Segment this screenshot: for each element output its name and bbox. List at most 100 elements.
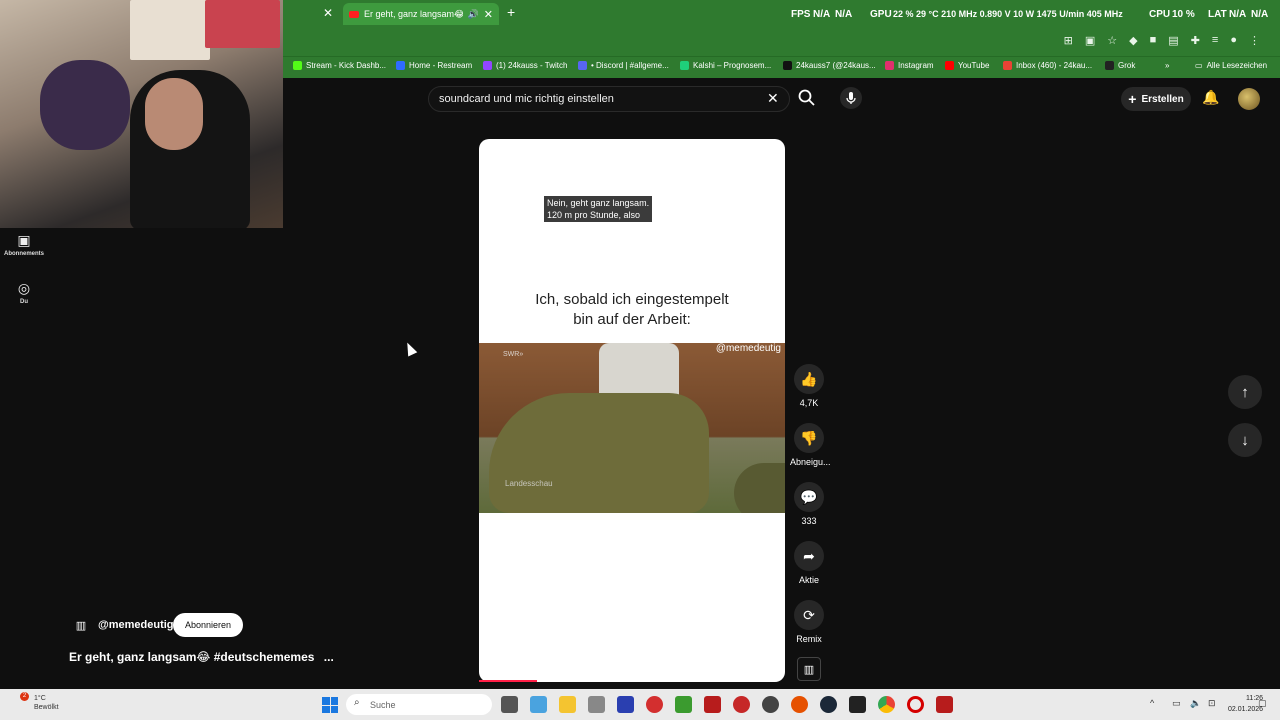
volume-icon[interactable]: 🔈 — [1190, 698, 1201, 709]
tray-icon[interactable]: ⊡ — [1208, 698, 1216, 709]
extension-icon[interactable]: ■ — [1150, 34, 1157, 47]
app-v-icon[interactable] — [617, 696, 634, 713]
channel-logo-icon[interactable]: ▥ — [797, 657, 821, 681]
cast-icon[interactable]: ▣ — [1085, 34, 1095, 47]
share-button[interactable]: ➦ Aktie — [790, 541, 828, 585]
profile-icon[interactable]: ● — [1230, 34, 1237, 47]
clear-search-icon[interactable]: ✕ — [767, 90, 779, 107]
notification-icon[interactable]: ▢ — [1258, 698, 1267, 709]
mouse-app-icon[interactable] — [588, 696, 605, 713]
app-icon[interactable] — [704, 696, 721, 713]
grok-icon — [1105, 61, 1114, 70]
gaming-chair — [40, 60, 130, 150]
chrome-icon[interactable] — [878, 696, 895, 713]
subscribe-label: Abonnieren — [184, 620, 232, 630]
dislike-label: Abneigu... — [790, 457, 831, 467]
sidebar-item-subscriptions[interactable]: ▣ Abonnements — [0, 232, 48, 257]
kalshi-icon — [680, 61, 689, 70]
video-progress[interactable] — [479, 680, 538, 682]
create-button[interactable]: + Erstellen — [1121, 87, 1191, 111]
thumbs-up-icon: 👍 — [794, 364, 824, 394]
perf-lat-label: LAT — [1208, 9, 1227, 20]
opera-icon[interactable] — [907, 696, 924, 713]
comments-button[interactable]: 💬 333 — [790, 482, 828, 526]
opera-gx-icon[interactable] — [646, 696, 663, 713]
bookmark-item[interactable]: • Discord | #allgeme... — [578, 61, 669, 70]
bookmark-item[interactable]: Stream - Kick Dashb... — [293, 61, 386, 70]
channel-icon[interactable]: ▥ — [72, 617, 90, 633]
wall-poster — [130, 0, 210, 60]
video-caption: Nein, geht ganz langsam. 120 m pro Stund… — [544, 196, 653, 222]
folder-icon: ▭ — [1195, 61, 1203, 70]
avatar[interactable] — [1238, 88, 1260, 110]
extension-icon[interactable]: ▤ — [1168, 34, 1178, 47]
sidebar-item-label: Abonnements — [3, 251, 44, 257]
weather-temp: 1°C — [34, 695, 46, 702]
search-input[interactable]: soundcard und mic richtig einstellen — [428, 86, 790, 112]
short-title[interactable]: Er geht, ganz langsam😂 #deutschememes ..… — [69, 650, 334, 664]
like-button[interactable]: 👍 4,7K — [790, 364, 828, 408]
translate-icon[interactable]: ⊞ — [1064, 34, 1073, 47]
taskbar-search[interactable]: ⌕ Suche — [346, 694, 492, 715]
subscribe-button[interactable]: Abonnieren — [173, 613, 243, 637]
channel-name[interactable]: @memedeutig — [98, 619, 174, 631]
plus-icon: + — [1128, 91, 1137, 107]
bookmark-item[interactable]: YouTube — [945, 61, 989, 70]
tab-active[interactable]: Er geht, ganz langsam😂 #deutschememes 🔊 … — [343, 3, 499, 25]
sidebar-item-you[interactable]: ◎ Du — [0, 280, 48, 305]
app-icon[interactable] — [936, 696, 953, 713]
close-icon[interactable]: ✕ — [323, 6, 333, 20]
voice-search-button[interactable] — [840, 87, 862, 109]
menu-icon[interactable]: ⋮ — [1249, 34, 1260, 47]
arrow-up-icon: ↑ — [1241, 383, 1249, 401]
bookmark-item[interactable]: (1) 24kauss - Twitch — [483, 61, 567, 70]
bookmark-item[interactable]: Home - Restream — [396, 61, 472, 70]
bookmark-label: Grok — [1118, 61, 1136, 70]
start-button[interactable] — [322, 697, 338, 713]
previous-short-button[interactable]: ↑ — [1228, 375, 1262, 409]
all-bookmarks[interactable]: ▭ Alle Lesezeichen — [1195, 61, 1267, 70]
bookmark-label: YouTube — [958, 61, 990, 70]
discord-icon — [578, 61, 587, 70]
weather-widget[interactable]: 2 1°C Bewölkt — [12, 692, 59, 712]
search-button[interactable] — [797, 88, 817, 108]
notifications-bell-icon[interactable]: 🔔 — [1202, 89, 1219, 106]
speaker-icon[interactable]: 🔊 — [468, 9, 479, 20]
next-short-button[interactable]: ↓ — [1228, 423, 1262, 457]
tab-bar: ✕ Er geht, ganz langsam😂 #deutschememes … — [283, 0, 1280, 28]
tab-close-icon[interactable]: ✕ — [484, 8, 493, 21]
extension-icon[interactable]: ◆ — [1129, 34, 1137, 47]
remix-button[interactable]: ⟳ Remix — [790, 600, 828, 644]
more-ellipsis[interactable]: ... — [324, 650, 334, 664]
bookmark-item[interactable]: Grok — [1105, 61, 1135, 70]
gmail-icon — [1003, 61, 1012, 70]
app-icon[interactable] — [733, 696, 750, 713]
dislike-button[interactable]: 👎 Abneigu... — [790, 423, 831, 467]
calculator-icon[interactable] — [530, 696, 547, 713]
star-icon[interactable]: ☆ — [1107, 34, 1117, 47]
bookmark-item[interactable]: Kalshi – Prognosem... — [680, 61, 771, 70]
stack-app-icon[interactable] — [675, 696, 692, 713]
video-frame[interactable]: SWR» @memedeutig Landesschau — [479, 343, 785, 513]
meme-line: Ich, sobald ich eingestempelt — [535, 291, 729, 308]
search-icon: ⌕ — [354, 697, 360, 708]
epic-games-icon[interactable] — [849, 696, 866, 713]
perf-gpu-label: GPU — [870, 9, 892, 20]
bookmark-item[interactable]: Inbox (460) - 24kau... — [1003, 61, 1092, 70]
network-icon[interactable]: ▭ — [1172, 698, 1181, 709]
bookmark-item[interactable]: 24kauss7 (@24kaus... — [783, 61, 876, 70]
meme-text: Ich, sobald ich eingestempelt bin auf de… — [479, 290, 785, 330]
more-bookmarks-icon[interactable]: » — [1165, 61, 1169, 70]
perf-cpu-label: CPU — [1149, 9, 1171, 20]
firefox-icon[interactable] — [791, 696, 808, 713]
tray-chevron-icon[interactable]: ^ — [1150, 698, 1154, 708]
new-tab-button[interactable]: + — [507, 4, 515, 20]
media-icon[interactable]: ≡ — [1212, 34, 1218, 47]
obs-icon[interactable] — [762, 696, 779, 713]
sidebar-item-label: Du — [20, 299, 28, 305]
puzzle-icon[interactable]: ✚ — [1191, 34, 1200, 47]
steam-icon[interactable] — [820, 696, 837, 713]
folder-icon[interactable] — [559, 696, 576, 713]
task-view-icon[interactable] — [501, 696, 518, 713]
bookmark-item[interactable]: Instagram — [885, 61, 934, 70]
